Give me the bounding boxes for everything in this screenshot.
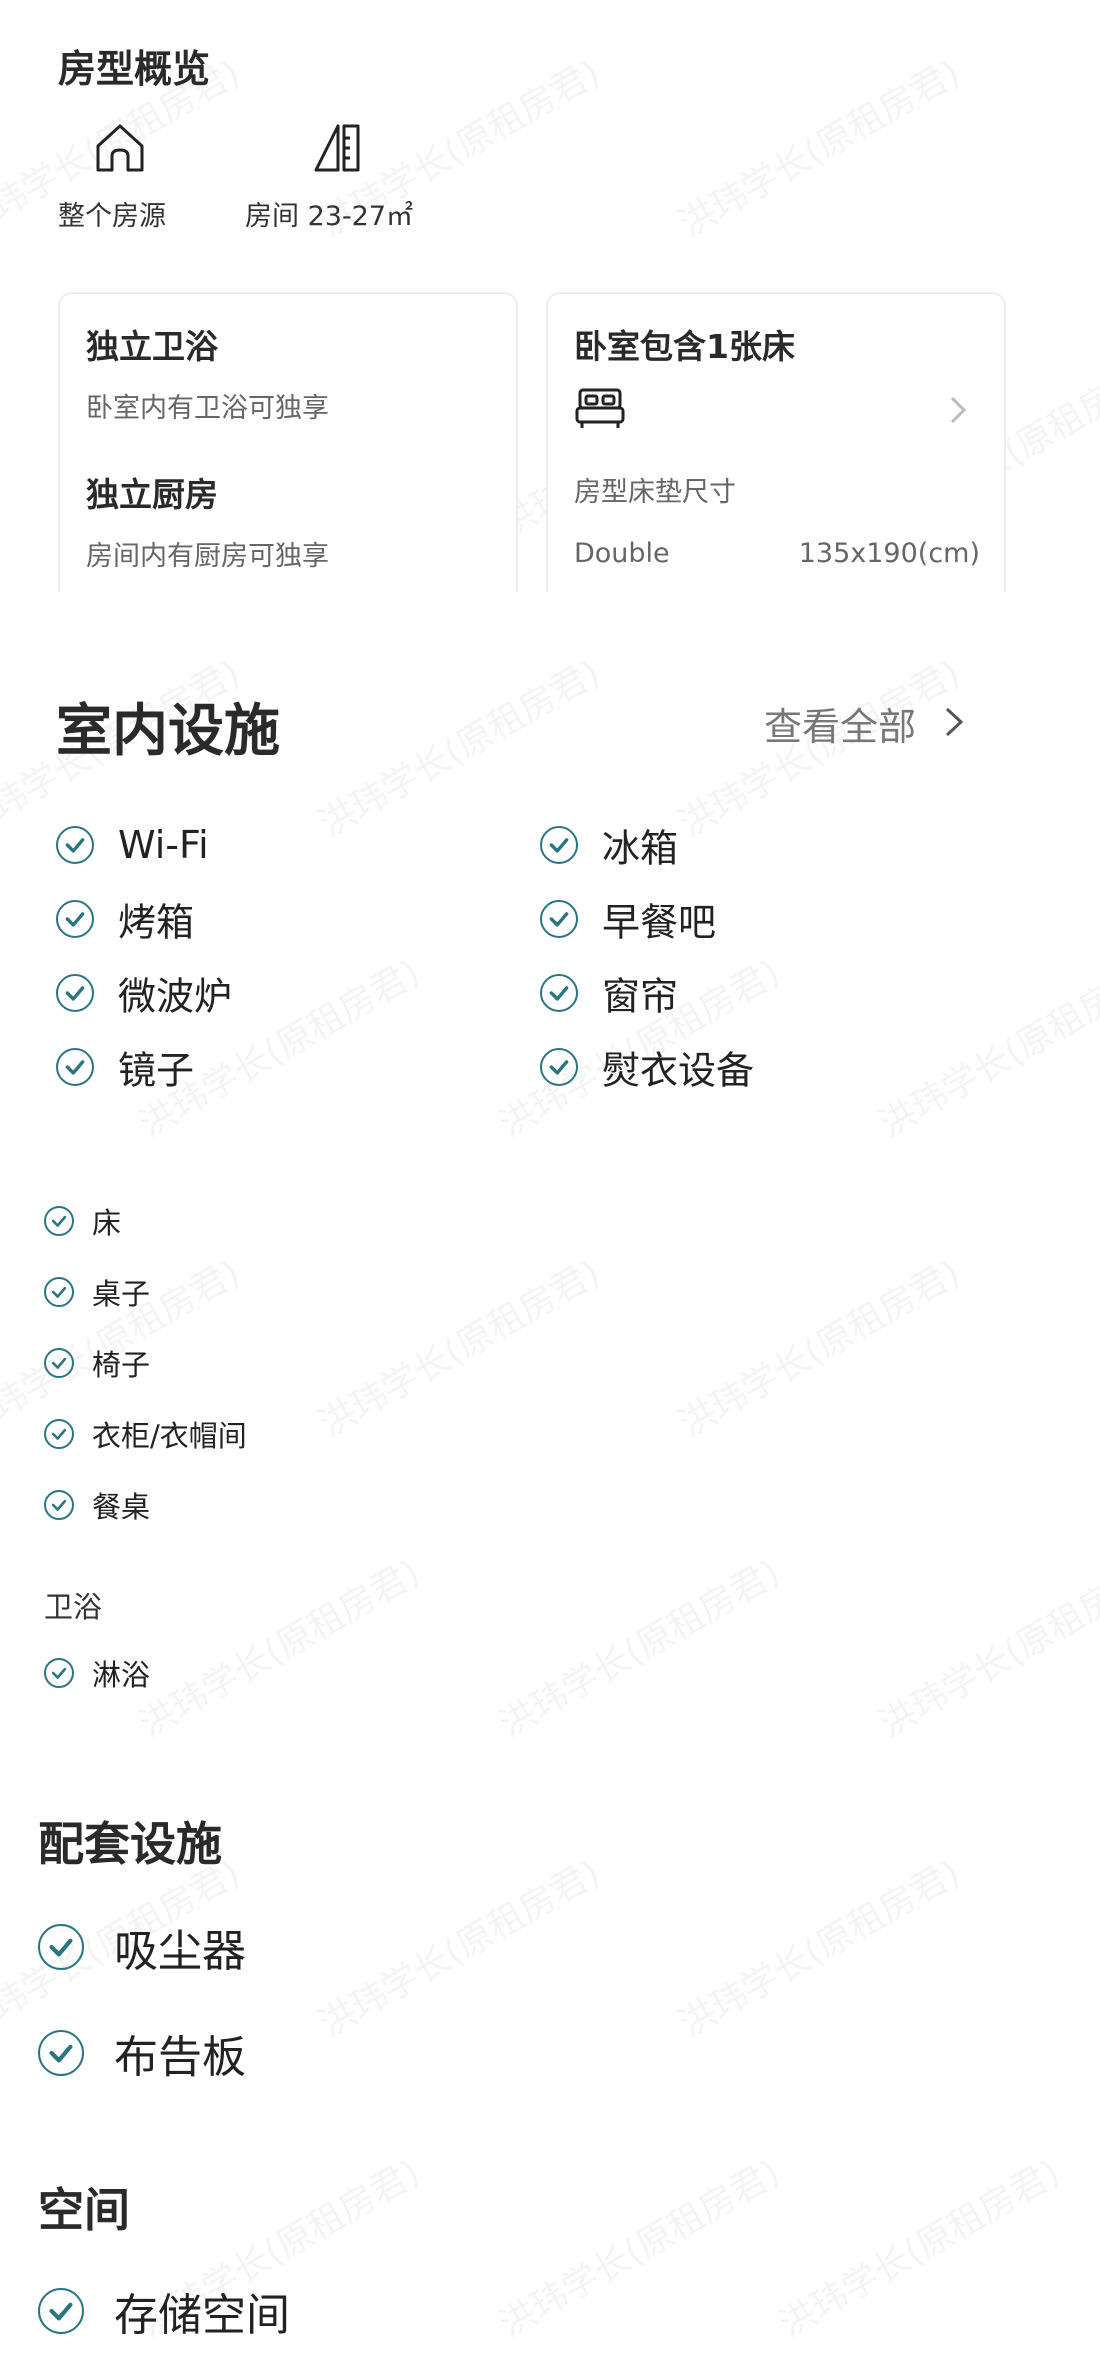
view-all-chevron-icon[interactable] <box>942 704 966 740</box>
check-circle-icon <box>56 974 94 1012</box>
private-bath-title: 独立卫浴 <box>86 327 218 366</box>
facility-item: 早餐吧 <box>602 900 717 945</box>
furniture-item: 衣柜/衣帽间 <box>92 1419 247 1453</box>
facility-item: 熨衣设备 <box>602 1048 755 1093</box>
facility-item: Wi-Fi <box>118 823 209 867</box>
bedroom-title: 卧室包含1张床 <box>574 327 795 366</box>
watermark-text: 洪玮学长(原租房君) <box>868 944 1100 1147</box>
watermark-text: 洪玮学长(原租房君) <box>768 2144 1068 2347</box>
check-circle-icon <box>540 900 578 938</box>
bed-type: Double <box>574 538 670 569</box>
furniture-item: 椅子 <box>92 1348 151 1382</box>
private-bath-desc: 卧室内有卫浴可独享 <box>86 393 329 424</box>
space-title: 空间 <box>38 2183 130 2237</box>
facility-item: 窗帘 <box>602 974 679 1019</box>
bathroom-subtitle: 卫浴 <box>44 1590 103 1624</box>
facility-item: 烤箱 <box>118 900 195 945</box>
house-icon <box>92 120 148 176</box>
overview-whole-listing: 整个房源 <box>58 201 166 232</box>
view-all-link[interactable]: 查看全部 <box>764 696 916 751</box>
bathroom-item: 淋浴 <box>92 1658 151 1692</box>
furniture-item: 床 <box>92 1206 122 1240</box>
check-circle-icon <box>38 2030 84 2076</box>
check-circle-icon <box>56 1048 94 1086</box>
room-size-icon <box>308 120 364 176</box>
mattress-size-label: 房型床垫尺寸 <box>574 477 736 508</box>
overview-title: 房型概览 <box>58 47 211 91</box>
check-circle-icon <box>44 1206 74 1236</box>
check-circle-icon <box>44 1658 74 1688</box>
facility-item: 微波炉 <box>118 974 233 1019</box>
supporting-facilities-title: 配套设施 <box>38 1817 222 1871</box>
overview-room-size: 房间 23-27㎡ <box>245 201 414 232</box>
indoor-facilities-title: 室内设施 <box>56 699 280 764</box>
space-item: 存储空间 <box>114 2290 290 2341</box>
watermark-text: 洪玮学长(原租房君) <box>308 644 608 847</box>
furniture-item: 桌子 <box>92 1277 151 1311</box>
private-kitchen-desc: 房间内有厨房可独享 <box>86 541 329 572</box>
check-circle-icon <box>44 1348 74 1378</box>
watermark-text: 洪玮学长(原租房君) <box>488 1544 788 1747</box>
watermark-text: 洪玮学长(原租房君) <box>668 1844 968 2047</box>
check-circle-icon <box>56 900 94 938</box>
watermark-text: 洪玮学长(原租房君) <box>308 1244 608 1447</box>
watermark-text: 洪玮学长(原租房君) <box>308 1844 608 2047</box>
check-circle-icon <box>44 1490 74 1520</box>
bedroom-card[interactable]: 卧室包含1张床 房型床垫尺寸 Double 135x190(cm) <box>546 292 1006 592</box>
watermark-text: 洪玮学长(原租房君) <box>128 1544 428 1747</box>
check-circle-icon <box>38 1924 84 1970</box>
watermark-text: 洪玮学长(原租房君) <box>668 1244 968 1447</box>
watermark-text: 洪玮学长(原租房君) <box>488 2144 788 2347</box>
facility-item: 镜子 <box>118 1048 195 1093</box>
supporting-item: 布告板 <box>114 2032 246 2083</box>
bed-icon <box>574 386 626 430</box>
furniture-item: 餐桌 <box>92 1490 151 1524</box>
chevron-right-icon[interactable] <box>946 394 970 426</box>
watermark-text: 洪玮学长(原租房君) <box>868 1544 1100 1747</box>
check-circle-icon <box>44 1277 74 1307</box>
private-facilities-card: 独立卫浴 卧室内有卫浴可独享 独立厨房 房间内有厨房可独享 <box>58 292 518 592</box>
check-circle-icon <box>38 2288 84 2334</box>
check-circle-icon <box>44 1419 74 1449</box>
watermark-text: 洪玮学长(原租房君) <box>668 44 968 247</box>
bed-size: 135x190(cm) <box>798 538 980 569</box>
check-circle-icon <box>540 826 578 864</box>
check-circle-icon <box>540 1048 578 1086</box>
supporting-item: 吸尘器 <box>114 1926 246 1977</box>
private-kitchen-title: 独立厨房 <box>86 475 218 514</box>
check-circle-icon <box>56 826 94 864</box>
facility-item: 冰箱 <box>602 826 679 871</box>
check-circle-icon <box>540 974 578 1012</box>
